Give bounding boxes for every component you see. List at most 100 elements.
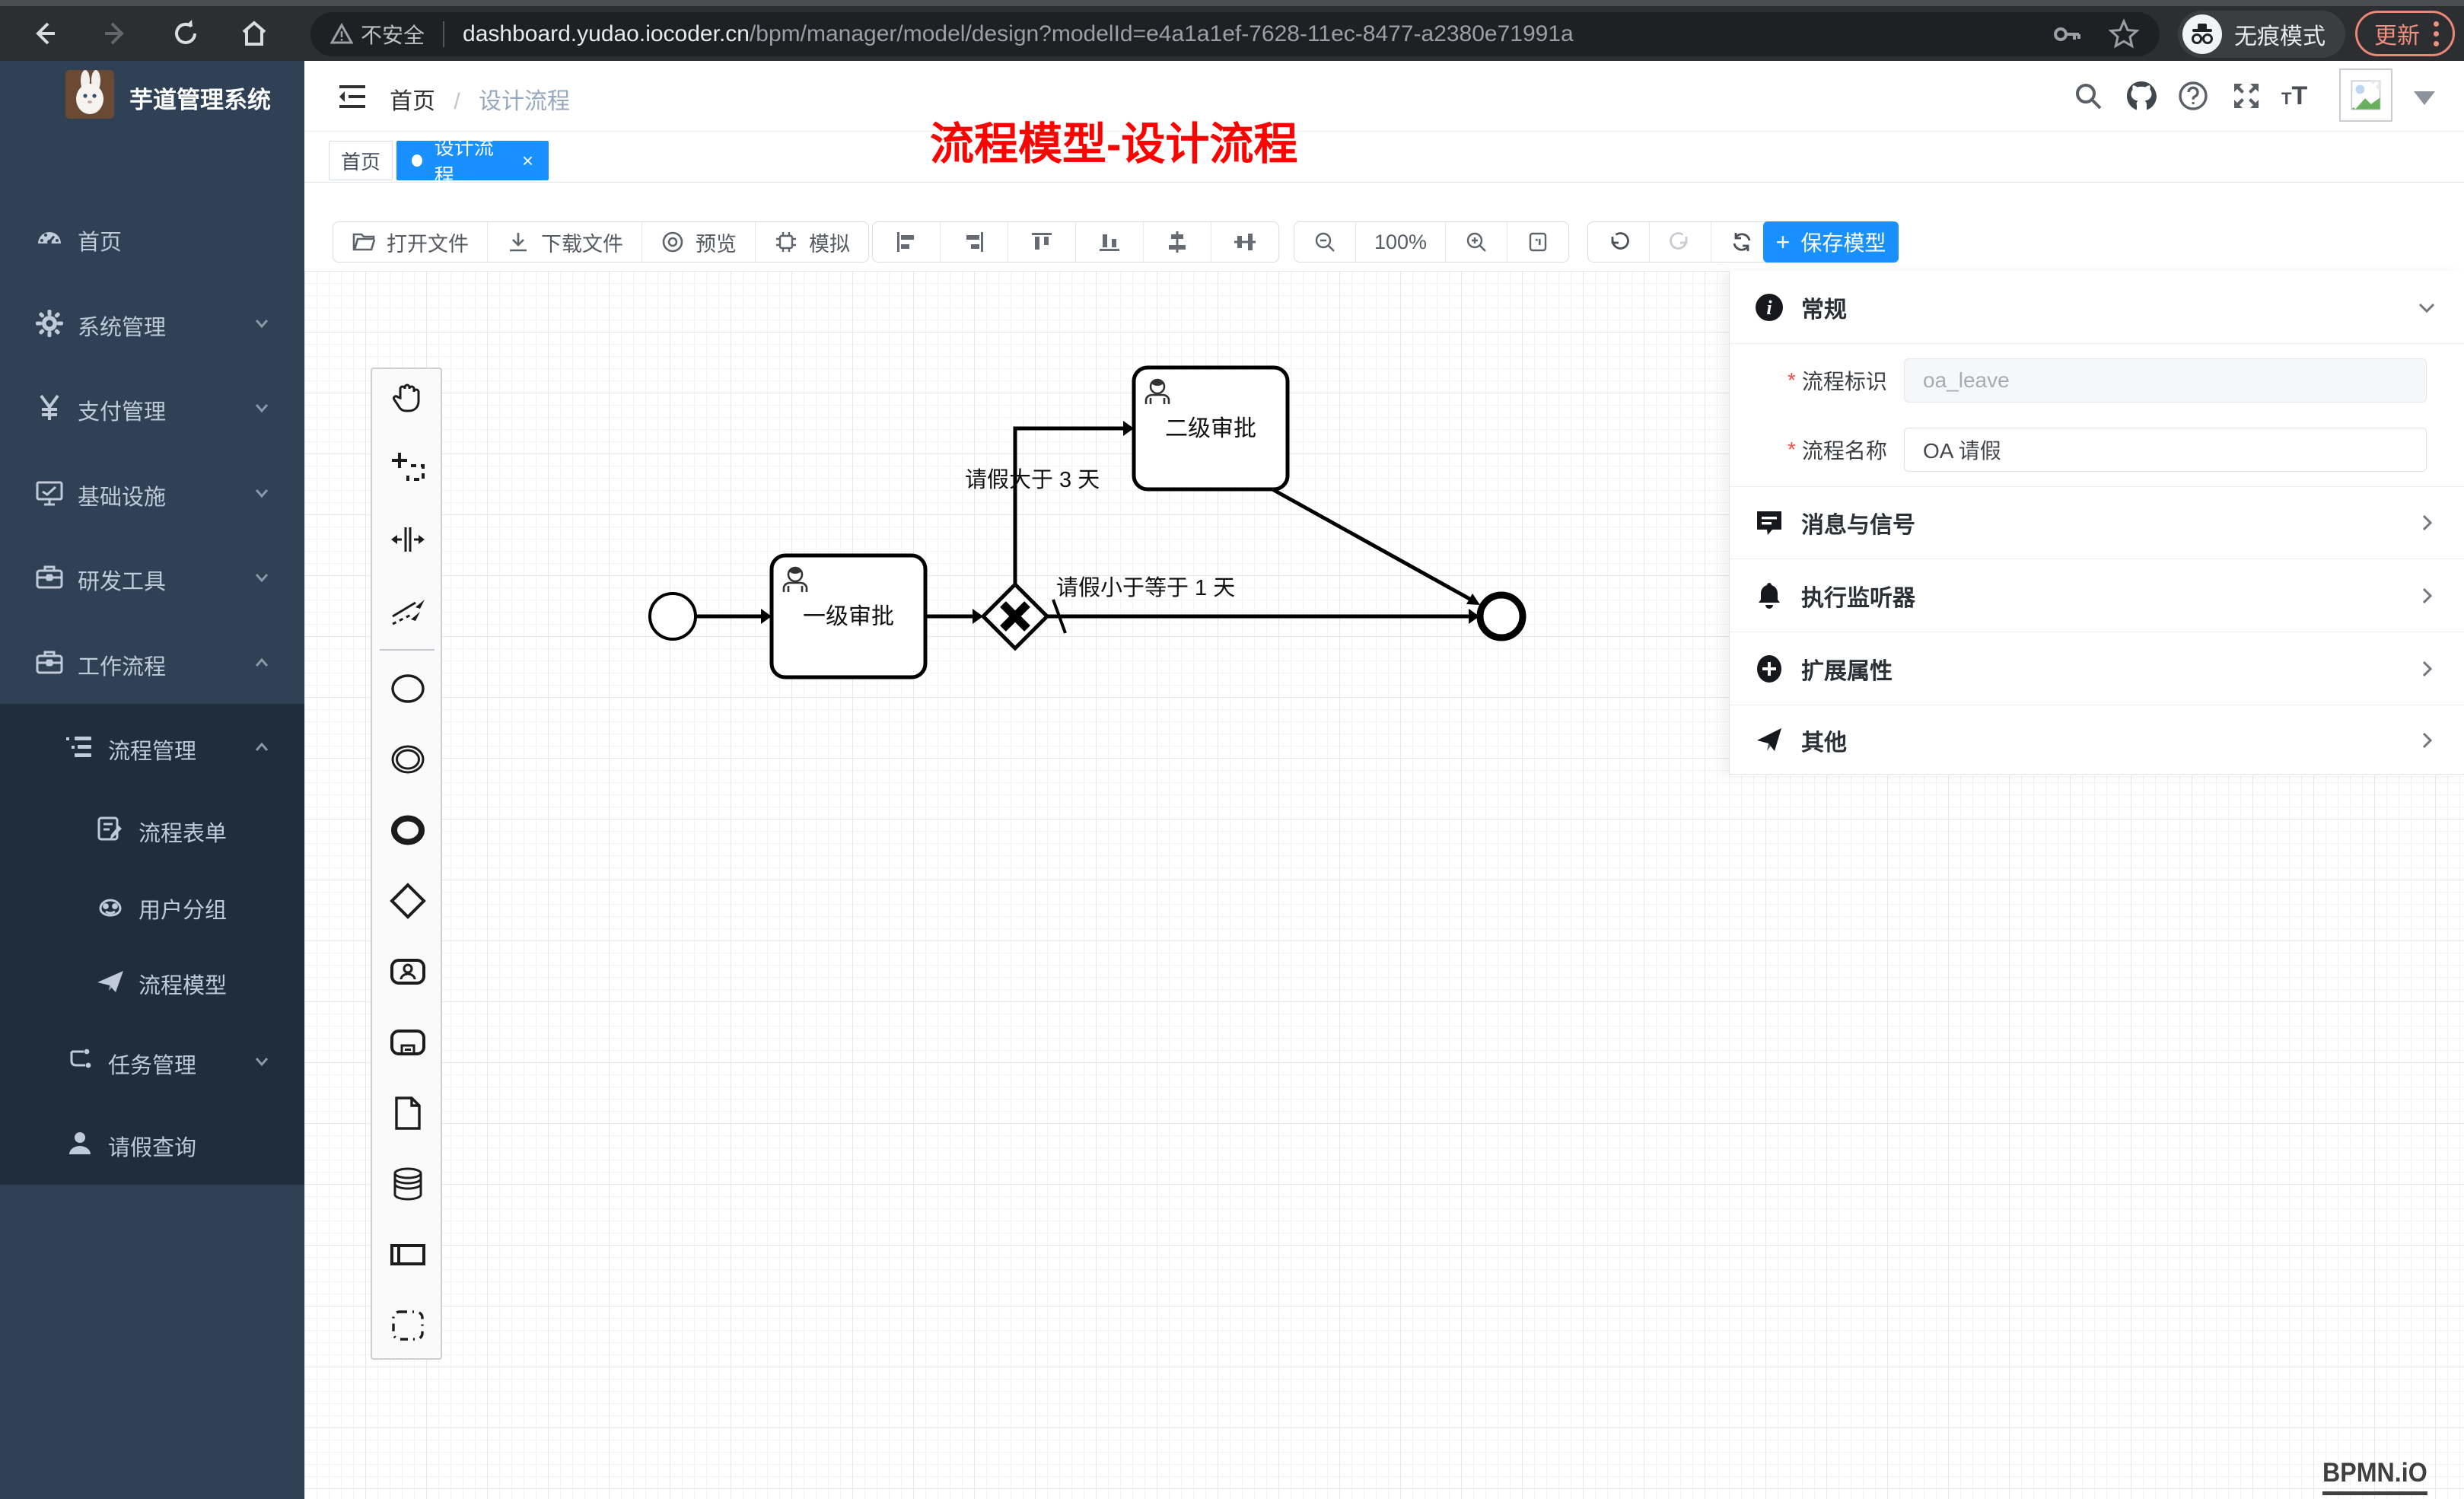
brand[interactable]: 芋道管理系统 [0, 61, 304, 190]
zoom-out-button[interactable] [1294, 222, 1356, 262]
font-size-icon[interactable]: TT [2281, 79, 2315, 113]
simulate-button[interactable]: 模拟 [756, 222, 868, 262]
page-header: 首页 / 设计流程 TT [304, 61, 2464, 132]
section-execution-listener[interactable]: 执行监听器 [1730, 560, 2464, 632]
tab-design-process[interactable]: 设计流程 × [396, 141, 549, 180]
chevron-up-icon [253, 738, 271, 756]
plus-icon: + [1776, 230, 1791, 254]
sidebar-item-label: 支付管理 [78, 394, 166, 426]
align-right-icon [962, 230, 986, 254]
sidebar-item-payment[interactable]: 支付管理 [0, 368, 304, 447]
chevron-right-icon [2417, 513, 2437, 533]
open-file-button[interactable]: 打开文件 [333, 222, 488, 262]
send-icon [1754, 725, 1784, 756]
yen-icon [35, 393, 64, 422]
briefcase-icon [35, 648, 64, 677]
browser-menu-button[interactable]: 更新 [2355, 11, 2455, 56]
security-chip[interactable]: 不安全 [330, 19, 425, 49]
zoom-level[interactable]: 100% [1356, 222, 1446, 262]
sidebar-item-process-form[interactable]: 流程表单 [0, 790, 304, 869]
github-icon[interactable] [2125, 79, 2158, 113]
home-icon[interactable] [237, 17, 271, 50]
align-left-icon [894, 230, 918, 254]
redo-button[interactable] [1650, 222, 1711, 262]
sequence-flow-gt3[interactable] [1015, 428, 1123, 584]
designer-toolbar: 打开文件 下载文件 预览 模拟 100% [304, 183, 2464, 271]
field-process-name: * 流程名称 [1730, 428, 2464, 472]
sidebar-item-system[interactable]: 系统管理 [0, 284, 304, 363]
forward-icon[interactable] [99, 17, 132, 50]
bookmark-star-icon[interactable] [2108, 18, 2140, 50]
svg-text:i: i [1766, 297, 1772, 319]
align-top-button[interactable] [1008, 222, 1076, 262]
brand-logo [65, 70, 114, 119]
zoom-reset-button[interactable] [1507, 222, 1568, 262]
sidebar-item-workflow[interactable]: 工作流程 [0, 623, 304, 702]
undo-button[interactable] [1588, 222, 1650, 262]
folder-icon [352, 230, 376, 254]
sidebar-item-infrastructure[interactable]: 基础设施 [0, 454, 304, 533]
sidebar-item-home[interactable]: 首页 [0, 199, 304, 278]
history-button-group [1587, 221, 1773, 263]
chevron-down-icon [253, 399, 271, 417]
bell-icon [1754, 581, 1784, 611]
tab-label: 设计流程 [435, 132, 502, 189]
back-icon[interactable] [27, 17, 61, 50]
bpmn-io-logo[interactable]: BPMN.iO [2322, 1458, 2427, 1495]
section-general[interactable]: i 常规 [1730, 271, 2464, 344]
briefcase-icon [35, 563, 64, 592]
sidebar-item-task-mgmt[interactable]: 任务管理 [0, 1022, 304, 1101]
key-icon[interactable] [2052, 19, 2082, 49]
search-icon[interactable] [2071, 79, 2105, 113]
align-center-vertical-button[interactable] [1144, 222, 1211, 262]
sidebar-item-process-mgmt[interactable]: 流程管理 [0, 708, 304, 787]
sidebar-item-leave-query[interactable]: 请假查询 [0, 1104, 304, 1183]
process-key-input[interactable] [1904, 358, 2427, 403]
security-label: 不安全 [361, 19, 425, 49]
tab-home[interactable]: 首页 [329, 141, 393, 180]
sidebar-item-dev-tools[interactable]: 研发工具 [0, 538, 304, 617]
fit-viewport-icon [1526, 230, 1550, 254]
align-button-group [872, 221, 1279, 263]
section-other[interactable]: 其他 [1730, 706, 2464, 775]
flow-nodes-icon [65, 1047, 94, 1076]
save-model-button[interactable]: + 保存模型 [1763, 221, 1899, 263]
sequence-flow[interactable] [1272, 489, 1471, 600]
sidebar-item-user-group[interactable]: 用户分组 [0, 867, 304, 946]
align-top-icon [1030, 230, 1054, 254]
bpmn-canvas[interactable]: 一级审批 请假大于 3 天 二级审批 [304, 271, 2464, 1499]
breadcrumb-home[interactable]: 首页 [390, 89, 435, 114]
sidebar-collapse-icon[interactable] [336, 81, 368, 113]
align-left-button[interactable] [873, 222, 941, 262]
chevron-down-icon [253, 1052, 271, 1071]
end-event[interactable] [1480, 595, 1523, 638]
section-message-signal[interactable]: 消息与信号 [1730, 487, 2464, 559]
tree-list-icon [65, 733, 94, 762]
download-file-button[interactable]: 下载文件 [488, 222, 642, 262]
close-icon[interactable]: × [522, 149, 533, 173]
sidebar-item-process-model[interactable]: 流程模型 [0, 942, 304, 1021]
section-extended-attributes[interactable]: 扩展属性 [1730, 633, 2464, 705]
help-icon[interactable] [2176, 79, 2210, 113]
align-bottom-button[interactable] [1076, 222, 1144, 262]
align-right-button[interactable] [941, 222, 1008, 262]
broken-image-icon [2349, 78, 2383, 112]
fullscreen-icon[interactable] [2230, 79, 2263, 113]
zoom-out-icon [1313, 230, 1337, 254]
undo-icon [1606, 230, 1631, 254]
reload-icon[interactable] [169, 17, 202, 50]
avatar-caret-icon[interactable] [2414, 91, 2435, 105]
process-name-input[interactable] [1904, 428, 2427, 472]
start-event[interactable] [650, 594, 696, 639]
sidebar-item-label: 流程管理 [108, 734, 196, 765]
zoom-in-button[interactable] [1446, 222, 1507, 262]
divider [443, 21, 444, 47]
url-bar[interactable]: 不安全 dashboard.yudao.iocoder.cn/bpm/manag… [310, 12, 2160, 56]
avatar[interactable] [2339, 68, 2392, 122]
redo-icon [1668, 230, 1692, 254]
page-url[interactable]: dashboard.yudao.iocoder.cn/bpm/manager/m… [463, 21, 1574, 47]
sidebar-item-label: 基础设施 [78, 479, 166, 511]
align-center-horizontal-button[interactable] [1211, 222, 1278, 262]
preview-button[interactable]: 预览 [642, 222, 756, 262]
align-center-icon [1233, 230, 1257, 254]
